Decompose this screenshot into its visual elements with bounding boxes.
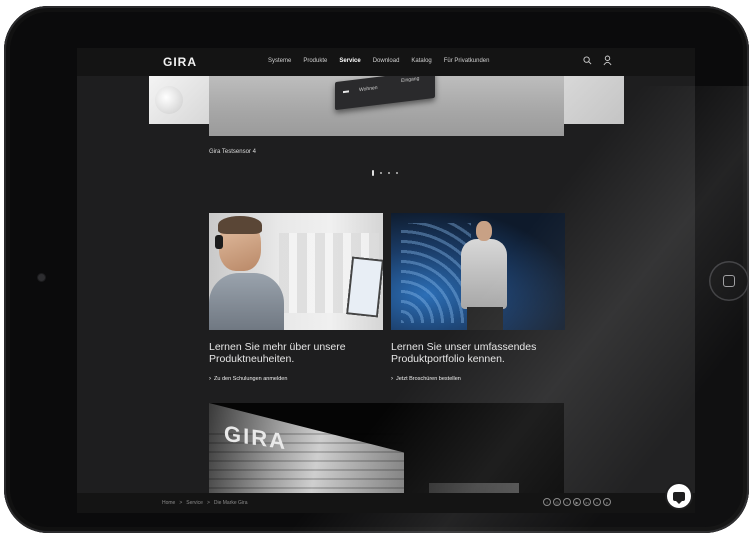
breadcrumb-separator: > bbox=[179, 500, 183, 506]
footer-bar: Home > Service > Die Marke Gira f ◎ t ▶ … bbox=[77, 493, 695, 513]
link-broschueren[interactable]: › Jetzt Broschüren bestellen bbox=[391, 376, 461, 382]
website-screen: GIRA Systeme Produkte Service Download K… bbox=[77, 48, 695, 513]
carousel-dot-3[interactable] bbox=[388, 172, 390, 174]
nav-item-privatkunden[interactable]: Für Privatkunden bbox=[444, 58, 490, 64]
chevron-right-icon: › bbox=[209, 376, 211, 382]
home-button-icon bbox=[723, 275, 735, 287]
card-title-portfolio: Lernen Sie unser umfassendes Produktport… bbox=[391, 341, 537, 365]
tablet-frame: GIRA Systeme Produkte Service Download K… bbox=[4, 6, 749, 533]
breadcrumb-home[interactable]: Home bbox=[162, 500, 175, 506]
breadcrumb-current: Die Marke Gira bbox=[213, 500, 248, 506]
xing-icon[interactable]: x bbox=[593, 498, 601, 506]
carousel-dot-1[interactable] bbox=[372, 170, 374, 176]
top-navigation: GIRA Systeme Produkte Service Download K… bbox=[77, 48, 695, 76]
person-legs bbox=[467, 307, 503, 330]
breadcrumb-service[interactable]: Service bbox=[186, 500, 203, 506]
nav-menu: Systeme Produkte Service Download Katalo… bbox=[268, 58, 489, 64]
breadcrumb-separator: > bbox=[206, 500, 210, 506]
chat-button[interactable] bbox=[667, 484, 691, 508]
nav-item-systeme[interactable]: Systeme bbox=[268, 58, 291, 64]
tablet-prop bbox=[346, 256, 383, 318]
linkedin-icon[interactable]: in bbox=[583, 498, 591, 506]
device-label-wohnen: Wohnen bbox=[359, 84, 378, 94]
card-image-training[interactable] bbox=[209, 213, 383, 330]
person-hair bbox=[218, 216, 262, 234]
chevron-right-icon: › bbox=[391, 376, 393, 382]
youtube-icon[interactable]: ▶ bbox=[573, 498, 581, 506]
nav-item-service[interactable]: Service bbox=[339, 58, 360, 64]
social-links: f ◎ t ▶ in x p bbox=[543, 498, 611, 506]
chat-icon bbox=[673, 491, 685, 504]
camera-icon bbox=[38, 274, 45, 281]
link-schulungen-label: Zu den Schulungen anmelden bbox=[214, 376, 288, 382]
device-label-eingang: Eingang bbox=[401, 75, 420, 85]
home-button[interactable] bbox=[709, 261, 749, 301]
twitter-icon[interactable]: t bbox=[563, 498, 571, 506]
person-head bbox=[476, 221, 492, 241]
user-icon[interactable] bbox=[603, 55, 612, 66]
gira-logo[interactable]: GIRA bbox=[163, 55, 197, 69]
hero-image-right bbox=[564, 76, 624, 124]
carousel-dot-4[interactable] bbox=[396, 172, 398, 174]
instagram-icon[interactable]: ◎ bbox=[553, 498, 561, 506]
link-schulungen[interactable]: › Zu den Schulungen anmelden bbox=[209, 376, 287, 382]
hero-caption: Gira Testsensor 4 bbox=[209, 149, 256, 155]
card-title-training: Lernen Sie mehr über unsere Produktneuhe… bbox=[209, 341, 346, 365]
pinterest-icon[interactable]: p bbox=[603, 498, 611, 506]
headset-icon bbox=[215, 235, 223, 249]
card-image-portfolio[interactable] bbox=[391, 213, 565, 330]
breadcrumb: Home > Service > Die Marke Gira bbox=[162, 500, 248, 506]
person-body bbox=[461, 239, 507, 309]
carousel-pagination bbox=[372, 170, 398, 176]
nav-item-download[interactable]: Download bbox=[373, 58, 400, 64]
link-broschueren-label: Jetzt Broschüren bestellen bbox=[396, 376, 461, 382]
carousel-dot-2[interactable] bbox=[380, 172, 382, 174]
nav-item-katalog[interactable]: Katalog bbox=[411, 58, 431, 64]
search-icon[interactable] bbox=[583, 56, 592, 65]
nav-item-produkte[interactable]: Produkte bbox=[303, 58, 327, 64]
hero-image-left bbox=[149, 76, 209, 124]
person-body bbox=[209, 273, 284, 330]
facebook-icon[interactable]: f bbox=[543, 498, 551, 506]
device-led bbox=[343, 90, 349, 94]
